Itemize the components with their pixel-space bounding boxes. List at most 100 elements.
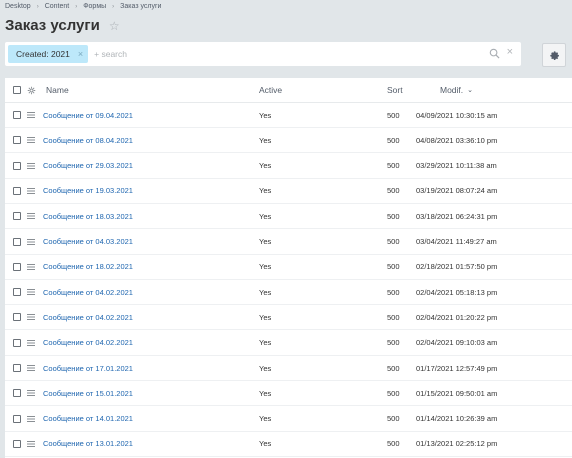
- row-menu-icon[interactable]: [27, 339, 35, 346]
- row-menu-icon[interactable]: [27, 238, 35, 245]
- row-checkbox[interactable]: [13, 389, 21, 398]
- row-checkbox[interactable]: [13, 186, 21, 195]
- row-menu-icon[interactable]: [27, 112, 35, 118]
- search-icon[interactable]: [489, 48, 500, 59]
- filter-bar: Created: 2021 × ×: [5, 42, 521, 66]
- row-name-link[interactable]: Сообщение от 09.04.2021: [43, 111, 133, 120]
- table-row[interactable]: Сообщение от 04.03.2021 Yes 500 03/04/2021 …: [5, 230, 572, 255]
- table-row[interactable]: Сообщение от 18.03.2021 Yes 500 03/18/2021 …: [5, 204, 572, 230]
- row-active: Yes: [259, 363, 272, 373]
- row-name-link[interactable]: Сообщение от 04.03.2021: [43, 237, 133, 246]
- column-header-active[interactable]: Active: [259, 78, 282, 102]
- row-name-link[interactable]: Сообщение от 13.01.2021: [43, 439, 133, 448]
- column-header-name[interactable]: Name: [46, 78, 69, 102]
- column-header-modified[interactable]: Modif. ⌄: [440, 78, 473, 102]
- row-checkbox[interactable]: [13, 313, 21, 322]
- row-active: Yes: [259, 312, 272, 322]
- row-sort: 500: [387, 312, 400, 322]
- row-modified: 02/04/2021 01:20:22 pm: [416, 312, 498, 322]
- breadcrumb-item-current: Заказ услуги: [120, 3, 162, 10]
- row-menu-icon[interactable]: [27, 187, 35, 194]
- row-sort: 500: [387, 186, 400, 196]
- row-menu-icon[interactable]: [27, 213, 35, 220]
- row-active: Yes: [259, 262, 272, 272]
- row-name-link[interactable]: Сообщение от 14.01.2021: [43, 414, 133, 423]
- breadcrumb-item-content[interactable]: Content: [45, 3, 70, 10]
- row-menu-icon[interactable]: [27, 289, 35, 296]
- row-active: Yes: [259, 414, 272, 424]
- search-input[interactable]: [94, 45, 435, 63]
- row-checkbox[interactable]: [13, 212, 21, 221]
- row-checkbox[interactable]: [13, 136, 21, 145]
- row-name-link[interactable]: Сообщение от 08.04.2021: [43, 136, 133, 145]
- row-checkbox[interactable]: [13, 111, 21, 119]
- row-name-link[interactable]: Сообщение от 04.02.2021: [43, 288, 133, 297]
- clear-icon[interactable]: ×: [507, 46, 513, 58]
- star-icon[interactable]: ☆: [109, 19, 120, 33]
- table-row[interactable]: Сообщение от 04.02.2021 Yes 500 02/04/2021 …: [5, 331, 572, 356]
- column-header-sort[interactable]: Sort: [387, 78, 403, 102]
- row-name-link[interactable]: Сообщение от 18.03.2021: [43, 212, 133, 221]
- gear-icon[interactable]: [27, 86, 36, 95]
- chevron-right-icon: ›: [112, 3, 115, 10]
- filter-chip[interactable]: Created: 2021 ×: [8, 45, 89, 63]
- row-name-link[interactable]: Сообщение от 04.02.2021: [43, 338, 133, 347]
- breadcrumb-item-forms[interactable]: Формы: [83, 3, 106, 10]
- table-row[interactable]: Сообщение от 19.03.2021 Yes 500 03/19/2021 …: [5, 179, 572, 204]
- row-sort: 500: [387, 439, 400, 449]
- row-checkbox[interactable]: [13, 262, 21, 271]
- row-sort: 500: [387, 161, 400, 171]
- data-grid: Name Active Sort Modif. ⌄ Сообщение от 0…: [5, 78, 572, 458]
- row-menu-icon[interactable]: [27, 314, 35, 321]
- row-checkbox[interactable]: [13, 161, 21, 170]
- row-checkbox[interactable]: [13, 414, 21, 423]
- row-modified: 01/14/2021 10:26:39 am: [416, 414, 498, 424]
- row-modified: 04/09/2021 10:30:15 am: [416, 110, 498, 120]
- table-row[interactable]: Сообщение от 04.02.2021 Yes 500 02/04/2021 …: [5, 280, 572, 306]
- row-name-link[interactable]: Сообщение от 18.02.2021: [43, 262, 133, 271]
- row-name-link[interactable]: Сообщение от 19.03.2021: [43, 186, 133, 195]
- row-menu-icon[interactable]: [27, 440, 35, 447]
- settings-button[interactable]: [542, 43, 566, 67]
- gear-icon: [549, 50, 559, 60]
- row-name-link[interactable]: Сообщение от 15.01.2021: [43, 389, 133, 398]
- row-menu-icon[interactable]: [27, 365, 35, 371]
- row-checkbox[interactable]: [13, 288, 21, 297]
- row-sort: 500: [387, 287, 400, 297]
- table-row[interactable]: Сообщение от 14.01.2021 Yes 500 01/14/2021 …: [5, 407, 572, 432]
- column-header-modified-label: Modif.: [440, 85, 464, 95]
- row-menu-icon[interactable]: [27, 415, 35, 422]
- table-row[interactable]: Сообщение от 17.01.2021 Yes 500 01/17/2021 …: [5, 356, 572, 381]
- row-checkbox[interactable]: [13, 338, 21, 347]
- row-name-link[interactable]: Сообщение от 29.03.2021: [43, 161, 133, 170]
- row-modified: 02/04/2021 09:10:03 am: [416, 338, 498, 348]
- row-menu-icon[interactable]: [27, 390, 35, 397]
- breadcrumb: Desktop › Content › Формы › Заказ услуги: [5, 3, 161, 10]
- table-row[interactable]: Сообщение от 15.01.2021 Yes 500 01/15/2021 …: [5, 381, 572, 407]
- row-active: Yes: [259, 135, 272, 145]
- row-checkbox[interactable]: [13, 439, 21, 448]
- breadcrumb-item-desktop[interactable]: Desktop: [5, 3, 31, 10]
- row-menu-icon[interactable]: [27, 137, 35, 144]
- row-sort: 500: [387, 414, 400, 424]
- row-modified: 04/08/2021 03:36:10 pm: [416, 135, 498, 145]
- row-checkbox[interactable]: [13, 237, 21, 246]
- row-name-link[interactable]: Сообщение от 04.02.2021: [43, 313, 133, 322]
- row-sort: 500: [387, 262, 400, 272]
- row-menu-icon[interactable]: [27, 162, 35, 169]
- table-row[interactable]: Сообщение от 18.02.2021 Yes 500 02/18/2021 …: [5, 255, 572, 280]
- row-modified: 03/19/2021 08:07:24 am: [416, 186, 498, 196]
- select-all-checkbox[interactable]: [13, 86, 21, 94]
- row-checkbox[interactable]: [13, 364, 21, 372]
- table-row[interactable]: Сообщение от 29.03.2021 Yes 500 03/29/2021 …: [5, 154, 572, 179]
- table-row[interactable]: Сообщение от 09.04.2021 Yes 500 04/09/2021 …: [5, 103, 572, 128]
- table-row[interactable]: Сообщение от 04.02.2021 Yes 500 02/04/2021 …: [5, 305, 572, 331]
- row-menu-icon[interactable]: [27, 263, 35, 270]
- row-active: Yes: [259, 388, 272, 398]
- table-row[interactable]: Сообщение от 13.01.2021 Yes 500 01/13/2021 …: [5, 432, 572, 457]
- row-modified: 02/18/2021 01:57:50 pm: [416, 262, 498, 272]
- close-icon[interactable]: ×: [78, 49, 83, 59]
- table-row[interactable]: Сообщение от 08.04.2021 Yes 500 04/08/2021 …: [5, 128, 572, 154]
- row-name-link[interactable]: Сообщение от 17.01.2021: [43, 364, 133, 373]
- chevron-right-icon: ›: [75, 3, 78, 10]
